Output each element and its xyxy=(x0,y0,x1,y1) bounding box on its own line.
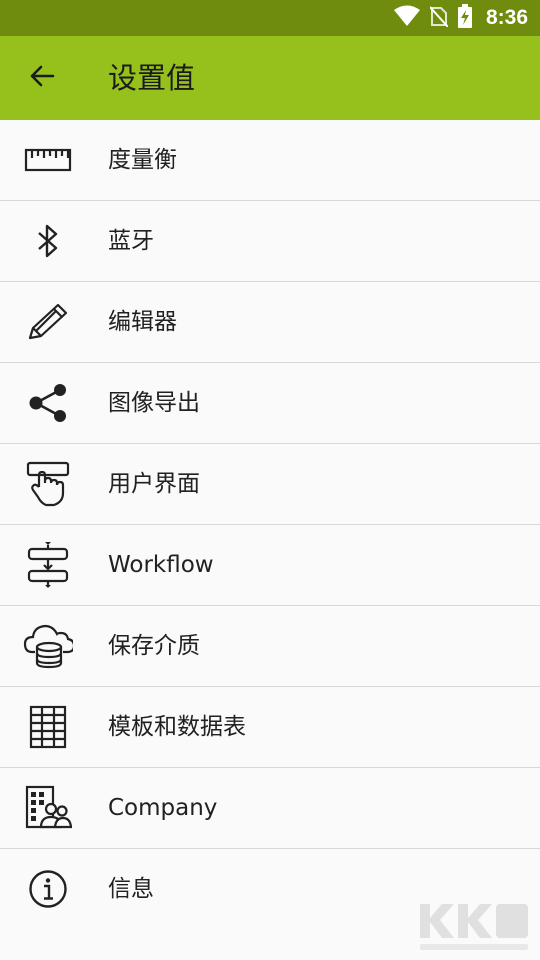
share-icon xyxy=(20,379,76,427)
back-arrow-icon xyxy=(29,64,55,92)
company-icon xyxy=(20,784,76,832)
hand-pointer-icon xyxy=(20,460,76,508)
info-icon xyxy=(20,865,76,913)
settings-item-image-export[interactable]: 图像导出 xyxy=(0,363,540,444)
no-sim-icon xyxy=(429,5,449,31)
settings-item-label: 度量衡 xyxy=(108,147,177,173)
settings-item-label: 编辑器 xyxy=(108,309,177,335)
settings-item-label: Company xyxy=(108,795,218,821)
settings-item-storage-media[interactable]: 保存介质 xyxy=(0,606,540,687)
watermark-logo xyxy=(414,898,534,954)
settings-item-label: 用户界面 xyxy=(108,471,200,497)
settings-item-label: 信息 xyxy=(108,876,154,902)
pencil-icon xyxy=(20,298,76,346)
settings-item-measurement[interactable]: 度量衡 xyxy=(0,120,540,201)
ruler-icon xyxy=(20,136,76,184)
wifi-icon xyxy=(393,5,420,31)
settings-item-label: 模板和数据表 xyxy=(108,714,246,740)
settings-item-user-interface[interactable]: 用户界面 xyxy=(0,444,540,525)
status-bar: 8:36 xyxy=(0,0,540,36)
settings-item-label: Workflow xyxy=(108,552,214,578)
battery-charging-icon xyxy=(457,4,472,32)
settings-item-editor[interactable]: 编辑器 xyxy=(0,282,540,363)
settings-item-label: 蓝牙 xyxy=(108,228,154,254)
settings-item-templates[interactable]: 模板和数据表 xyxy=(0,687,540,768)
settings-item-label: 图像导出 xyxy=(108,390,200,416)
settings-item-bluetooth[interactable]: 蓝牙 xyxy=(0,201,540,282)
bluetooth-icon xyxy=(20,217,76,265)
back-button[interactable] xyxy=(18,54,66,102)
settings-item-label: 保存介质 xyxy=(108,633,200,659)
status-icons: 8:36 xyxy=(393,0,528,36)
page-title: 设置值 xyxy=(108,61,196,95)
settings-item-company[interactable]: Company xyxy=(0,768,540,849)
status-time: 8:36 xyxy=(485,6,528,29)
app-bar: 设置值 xyxy=(0,36,540,120)
workflow-icon xyxy=(20,541,76,589)
settings-item-workflow[interactable]: Workflow xyxy=(0,525,540,606)
settings-list: 度量衡 蓝牙 编辑器 图像导出 用户界面 Workflow 保存介质 模板和数据… xyxy=(0,120,540,929)
cloud-storage-icon xyxy=(20,622,76,670)
table-icon xyxy=(20,703,76,751)
